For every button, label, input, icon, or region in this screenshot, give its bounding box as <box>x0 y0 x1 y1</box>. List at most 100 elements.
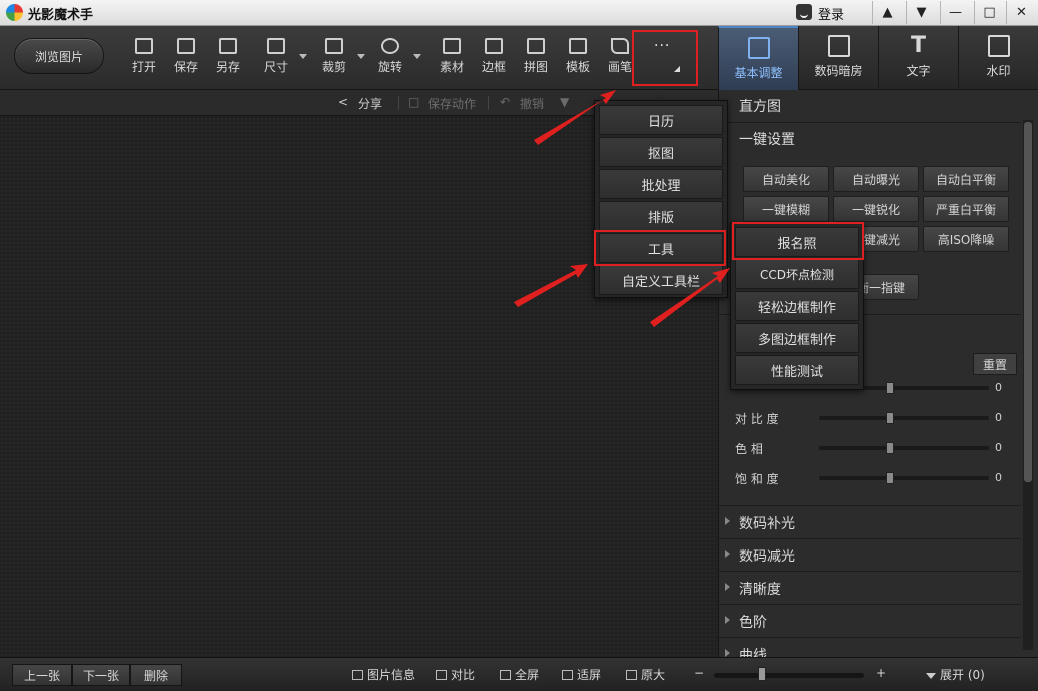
undo-button[interactable]: 撤销 <box>520 95 544 112</box>
saturation-slider[interactable] <box>819 476 989 480</box>
fullscreen-label: 全屏 <box>515 668 540 682</box>
menu-item-custom-toolbar[interactable]: 自定义工具栏 <box>599 265 723 295</box>
contrast-slider-knob[interactable] <box>886 412 894 424</box>
minimize-button[interactable]: — <box>940 1 970 24</box>
section-label: 清晰度 <box>739 582 781 598</box>
section-clarity[interactable]: 清晰度 <box>719 571 1021 603</box>
section-levels[interactable]: 色阶 <box>719 604 1021 636</box>
rotate-label: 旋转 <box>377 60 402 74</box>
submenu-item-id-photo[interactable]: 报名照 <box>735 227 859 257</box>
watermark-icon <box>987 35 1010 57</box>
share-icon[interactable]: < <box>338 95 348 109</box>
contrast-slider[interactable] <box>819 416 989 420</box>
menu-item-tools[interactable]: 工具 <box>599 233 723 263</box>
compare-button[interactable]: 对比 <box>436 666 475 683</box>
bottom-bar: 上一张 下一张 删除 图片信息 对比 全屏 适屏 原大 − + 展开 (0) <box>0 657 1038 691</box>
tab-digital-darkroom[interactable]: 数码暗房 <box>798 26 878 90</box>
more-tools-button[interactable]: ··· <box>632 30 698 86</box>
menu-item-layout[interactable]: 排版 <box>599 201 723 231</box>
more-menu: 日历 抠图 批处理 排版 工具 自定义工具栏 <box>594 94 728 298</box>
hue-label: 色 相 <box>735 442 763 456</box>
resize-dropdown-icon[interactable] <box>299 54 307 59</box>
image-info-button[interactable]: 图片信息 <box>352 666 415 683</box>
login-link[interactable]: 登录 <box>818 4 844 23</box>
prev-image-button[interactable]: 上一张 <box>12 664 72 686</box>
expand-arrow-icon <box>926 673 936 679</box>
histogram-title[interactable]: 直方图 <box>739 96 781 116</box>
user-icon[interactable] <box>796 4 812 20</box>
share-button[interactable]: 分享 <box>358 95 382 112</box>
zoom-out-button[interactable]: − <box>694 666 704 680</box>
material-label: 素材 <box>439 60 464 74</box>
template-button[interactable]: 模板 <box>558 36 598 84</box>
crop-label: 裁剪 <box>321 60 346 74</box>
close-button[interactable]: ✕ <box>1006 1 1036 24</box>
high-iso-denoise-button[interactable]: 高ISO降噪 <box>923 226 1009 252</box>
fit-screen-button[interactable]: 适屏 <box>562 666 601 683</box>
menu-item-cutout[interactable]: 抠图 <box>599 137 723 167</box>
section-digital-dim[interactable]: 数码减光 <box>719 538 1021 570</box>
expand-arrow-icon <box>725 583 730 591</box>
submenu-item-ccd-check[interactable]: CCD坏点检测 <box>735 259 859 289</box>
save-button[interactable]: 保存 <box>166 36 206 84</box>
crop-dropdown-icon[interactable] <box>357 54 365 59</box>
collage-icon <box>527 38 545 54</box>
compare-icon <box>436 670 447 680</box>
material-button[interactable]: 素材 <box>432 36 472 84</box>
section-curves[interactable]: 曲线 <box>719 637 1021 657</box>
save-icon <box>177 38 195 54</box>
zoom-slider-knob[interactable] <box>758 667 766 681</box>
text-icon: T <box>910 33 926 58</box>
brightness-slider-knob[interactable] <box>886 382 894 394</box>
fullscreen-button[interactable]: 全屏 <box>500 666 539 683</box>
onekey-sharpen-button[interactable]: 一键锐化 <box>833 196 919 222</box>
original-size-button[interactable]: 原大 <box>626 666 665 683</box>
rotate-button[interactable]: 旋转 <box>370 36 410 84</box>
submenu-item-easy-border[interactable]: 轻松边框制作 <box>735 291 859 321</box>
zoom-in-button[interactable]: + <box>876 666 886 680</box>
auto-white-balance-button[interactable]: 自动白平衡 <box>923 166 1009 192</box>
maximize-button[interactable]: □ <box>974 1 1004 24</box>
menu-item-batch[interactable]: 批处理 <box>599 169 723 199</box>
collage-button[interactable]: 拼图 <box>516 36 556 84</box>
tab-text[interactable]: T 文字 <box>878 26 958 90</box>
tab-basic-adjust[interactable]: 基本调整 <box>718 26 798 90</box>
expand-button[interactable]: 展开 (0) <box>926 666 985 683</box>
save-action-button[interactable]: 保存动作 <box>428 95 476 112</box>
scrollbar-thumb[interactable] <box>1024 122 1032 482</box>
menu-icon[interactable]: ▼ <box>906 1 936 24</box>
onekey-blur-button[interactable]: 一键模糊 <box>743 196 829 222</box>
hue-slider[interactable] <box>819 446 989 450</box>
collage-label: 拼图 <box>523 60 548 74</box>
expand-arrow-icon <box>725 649 730 657</box>
crop-button[interactable]: 裁剪 <box>314 36 354 84</box>
saturation-slider-knob[interactable] <box>886 472 894 484</box>
image-info-label: 图片信息 <box>367 668 416 682</box>
border-button[interactable]: 边框 <box>474 36 514 84</box>
image-info-icon <box>352 670 363 680</box>
auto-exposure-button[interactable]: 自动曝光 <box>833 166 919 192</box>
panel-scrollbar[interactable] <box>1023 120 1033 650</box>
next-image-button[interactable]: 下一张 <box>72 664 130 686</box>
save-as-button[interactable]: 另存 <box>208 36 248 84</box>
auto-beautify-button[interactable]: 自动美化 <box>743 166 829 192</box>
open-button[interactable]: 打开 <box>124 36 164 84</box>
browse-images-button[interactable]: 浏览图片 <box>14 38 104 74</box>
rotate-dropdown-icon[interactable] <box>413 54 421 59</box>
onekey-title[interactable]: 一键设置 <box>739 129 795 149</box>
resize-button[interactable]: 尺寸 <box>256 36 296 84</box>
tab-watermark[interactable]: 水印 <box>958 26 1038 90</box>
hue-slider-knob[interactable] <box>886 442 894 454</box>
menu-item-calendar[interactable]: 日历 <box>599 105 723 135</box>
expand-arrow-icon <box>725 517 730 525</box>
severe-white-balance-button[interactable]: 严重白平衡 <box>923 196 1009 222</box>
section-digital-fill-light[interactable]: 数码补光 <box>719 505 1021 537</box>
zoom-slider[interactable] <box>714 673 864 678</box>
open-icon <box>135 38 153 54</box>
submenu-item-multi-border[interactable]: 多图边框制作 <box>735 323 859 353</box>
skin-icon[interactable]: ▲ <box>872 1 902 24</box>
reset-button[interactable]: 重置 <box>973 353 1017 375</box>
submenu-item-performance-test[interactable]: 性能测试 <box>735 355 859 385</box>
delete-button[interactable]: 删除 <box>130 664 182 686</box>
undo-dropdown-icon[interactable]: ▼ <box>560 95 569 109</box>
